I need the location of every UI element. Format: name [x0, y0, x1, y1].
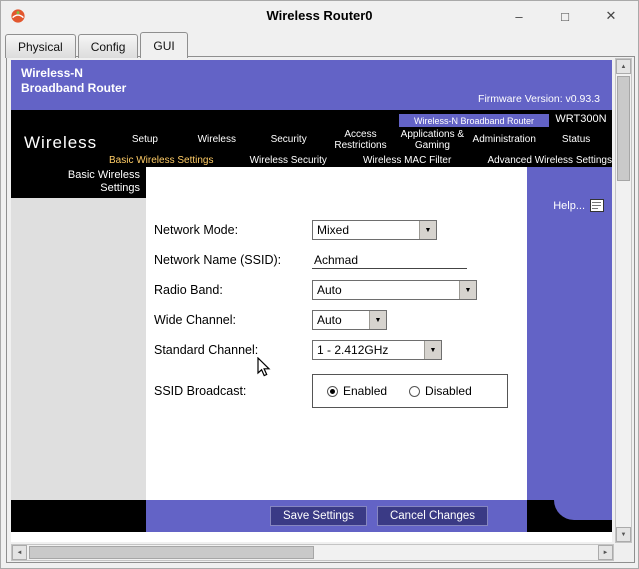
scroll-down-icon[interactable]: ▼: [616, 527, 631, 542]
router-title: Wireless-N Broadband Router: [21, 66, 126, 96]
nav-item-setup[interactable]: Setup: [109, 126, 181, 153]
tab-bar: Physical Config GUI: [5, 32, 188, 58]
router-body: Basic Wireless Settings Network Mode: Mi…: [11, 167, 612, 500]
help-document-icon: [590, 199, 604, 212]
maximize-icon[interactable]: □: [542, 1, 588, 31]
tab-config[interactable]: Config: [77, 34, 139, 58]
corner-curve-decoration: [554, 500, 612, 520]
sidebar-section-label: Basic Wireless Settings: [11, 167, 146, 198]
tab-gui[interactable]: GUI: [140, 32, 188, 58]
titlebar: Wireless Router0 – □ ✕: [1, 1, 638, 31]
standard-channel-label: Standard Channel:: [154, 343, 259, 357]
help-label: Help...: [553, 199, 585, 212]
sub-nav: Basic Wireless Settings Wireless Securit…: [109, 155, 612, 167]
scroll-left-icon[interactable]: ◄: [12, 545, 27, 560]
horizontal-scrollbar[interactable]: ◄ ►: [11, 544, 614, 561]
dropdown-arrow-icon: ▼: [419, 221, 436, 239]
form-row-ssid: Network Name (SSID):: [154, 245, 522, 275]
tab-physical[interactable]: Physical: [5, 34, 76, 58]
form-row-radio-band: Radio Band: Auto ▼: [154, 275, 522, 305]
cancel-changes-button[interactable]: Cancel Changes: [376, 506, 488, 526]
form-row-network-mode: Network Mode: Mixed ▼: [154, 215, 522, 245]
router-title-line2: Broadband Router: [21, 81, 127, 95]
nav-item-status[interactable]: Status: [540, 126, 612, 153]
left-sidebar: Basic Wireless Settings: [11, 167, 146, 500]
nav-item-access-restrictions[interactable]: Access Restrictions: [325, 126, 397, 153]
gui-content-frame: Wireless-N Broadband Router Firmware Ver…: [6, 56, 635, 563]
ssid-broadcast-group: Enabled Disabled: [312, 374, 508, 408]
radio-band-select[interactable]: Auto ▼: [312, 280, 477, 300]
subnav-wireless-mac-filter[interactable]: Wireless MAC Filter: [363, 155, 451, 167]
wide-channel-label: Wide Channel:: [154, 313, 236, 327]
router-footer: Save Settings Cancel Changes: [11, 500, 612, 532]
ssid-input[interactable]: [312, 251, 467, 269]
firmware-version: Firmware Version: v0.93.3: [478, 93, 600, 105]
radio-checked-icon: [327, 385, 338, 397]
router-nav-band: Wireless-N Broadband Router WRT300N Wire…: [11, 110, 612, 167]
enabled-option-label: Enabled: [343, 384, 388, 398]
standard-channel-value: 1 - 2.412GHz: [317, 343, 389, 357]
ssid-broadcast-enabled-option[interactable]: Enabled: [327, 384, 387, 398]
nav-item-wireless[interactable]: Wireless: [181, 126, 253, 153]
model-number: WRT300N: [555, 113, 607, 125]
vertical-scroll-thumb[interactable]: [617, 76, 630, 181]
settings-panel: Network Mode: Mixed ▼ Network Name (SSID…: [146, 167, 527, 500]
scroll-up-icon[interactable]: ▲: [616, 59, 631, 74]
radio-band-value: Auto: [317, 283, 342, 297]
section-brand: Wireless: [24, 133, 98, 152]
dropdown-arrow-icon: ▼: [459, 281, 476, 299]
help-column: Help...: [527, 167, 612, 500]
wireless-settings-form: Network Mode: Mixed ▼ Network Name (SSID…: [154, 215, 522, 409]
scroll-right-icon[interactable]: ►: [598, 545, 613, 560]
subnav-basic-wireless-settings[interactable]: Basic Wireless Settings: [109, 155, 213, 167]
network-mode-select[interactable]: Mixed ▼: [312, 220, 437, 240]
window-controls: – □ ✕: [496, 1, 634, 31]
dropdown-arrow-icon: ▼: [369, 311, 386, 329]
form-row-wide-channel: Wide Channel: Auto ▼: [154, 305, 522, 335]
network-mode-value: Mixed: [317, 223, 350, 237]
main-nav: Setup Wireless Security Access Restricti…: [109, 126, 612, 153]
router-header: Wireless-N Broadband Router Firmware Ver…: [11, 60, 612, 110]
wide-channel-value: Auto: [317, 313, 342, 327]
vertical-scrollbar[interactable]: ▲ ▼: [615, 58, 632, 543]
footer-corner: [527, 500, 612, 532]
disabled-option-label: Disabled: [425, 384, 472, 398]
close-icon[interactable]: ✕: [588, 1, 634, 31]
standard-channel-select[interactable]: 1 - 2.412GHz ▼: [312, 340, 442, 360]
nav-item-administration[interactable]: Administration: [468, 126, 540, 153]
router-title-line1: Wireless-N: [21, 66, 83, 80]
wide-channel-select[interactable]: Auto ▼: [312, 310, 387, 330]
dropdown-arrow-icon: ▼: [424, 341, 441, 359]
network-mode-label: Network Mode:: [154, 223, 239, 237]
nav-item-security[interactable]: Security: [253, 126, 325, 153]
radio-unchecked-icon: [409, 385, 421, 397]
form-row-ssid-broadcast: SSID Broadcast: Enabled Disabled: [154, 373, 522, 409]
minimize-icon[interactable]: –: [496, 1, 542, 31]
router-web-page: Wireless-N Broadband Router Firmware Ver…: [11, 60, 612, 542]
ssid-broadcast-label: SSID Broadcast:: [154, 384, 247, 398]
horizontal-scroll-thumb[interactable]: [29, 546, 314, 559]
subnav-wireless-security[interactable]: Wireless Security: [250, 155, 327, 167]
radio-band-label: Radio Band:: [154, 283, 223, 297]
form-row-standard-channel: Standard Channel: 1 - 2.412GHz ▼: [154, 335, 522, 365]
app-window: Wireless Router0 – □ ✕ Physical Config G…: [0, 0, 639, 569]
ssid-broadcast-disabled-option[interactable]: Disabled: [409, 384, 472, 398]
save-settings-button[interactable]: Save Settings: [270, 506, 367, 526]
subnav-advanced-wireless-settings[interactable]: Advanced Wireless Settings: [487, 155, 612, 167]
scrollbar-corner: [615, 544, 632, 561]
nav-item-applications-gaming[interactable]: Applications & Gaming: [396, 126, 468, 153]
ssid-label: Network Name (SSID):: [154, 253, 282, 267]
help-link[interactable]: Help...: [527, 199, 612, 212]
